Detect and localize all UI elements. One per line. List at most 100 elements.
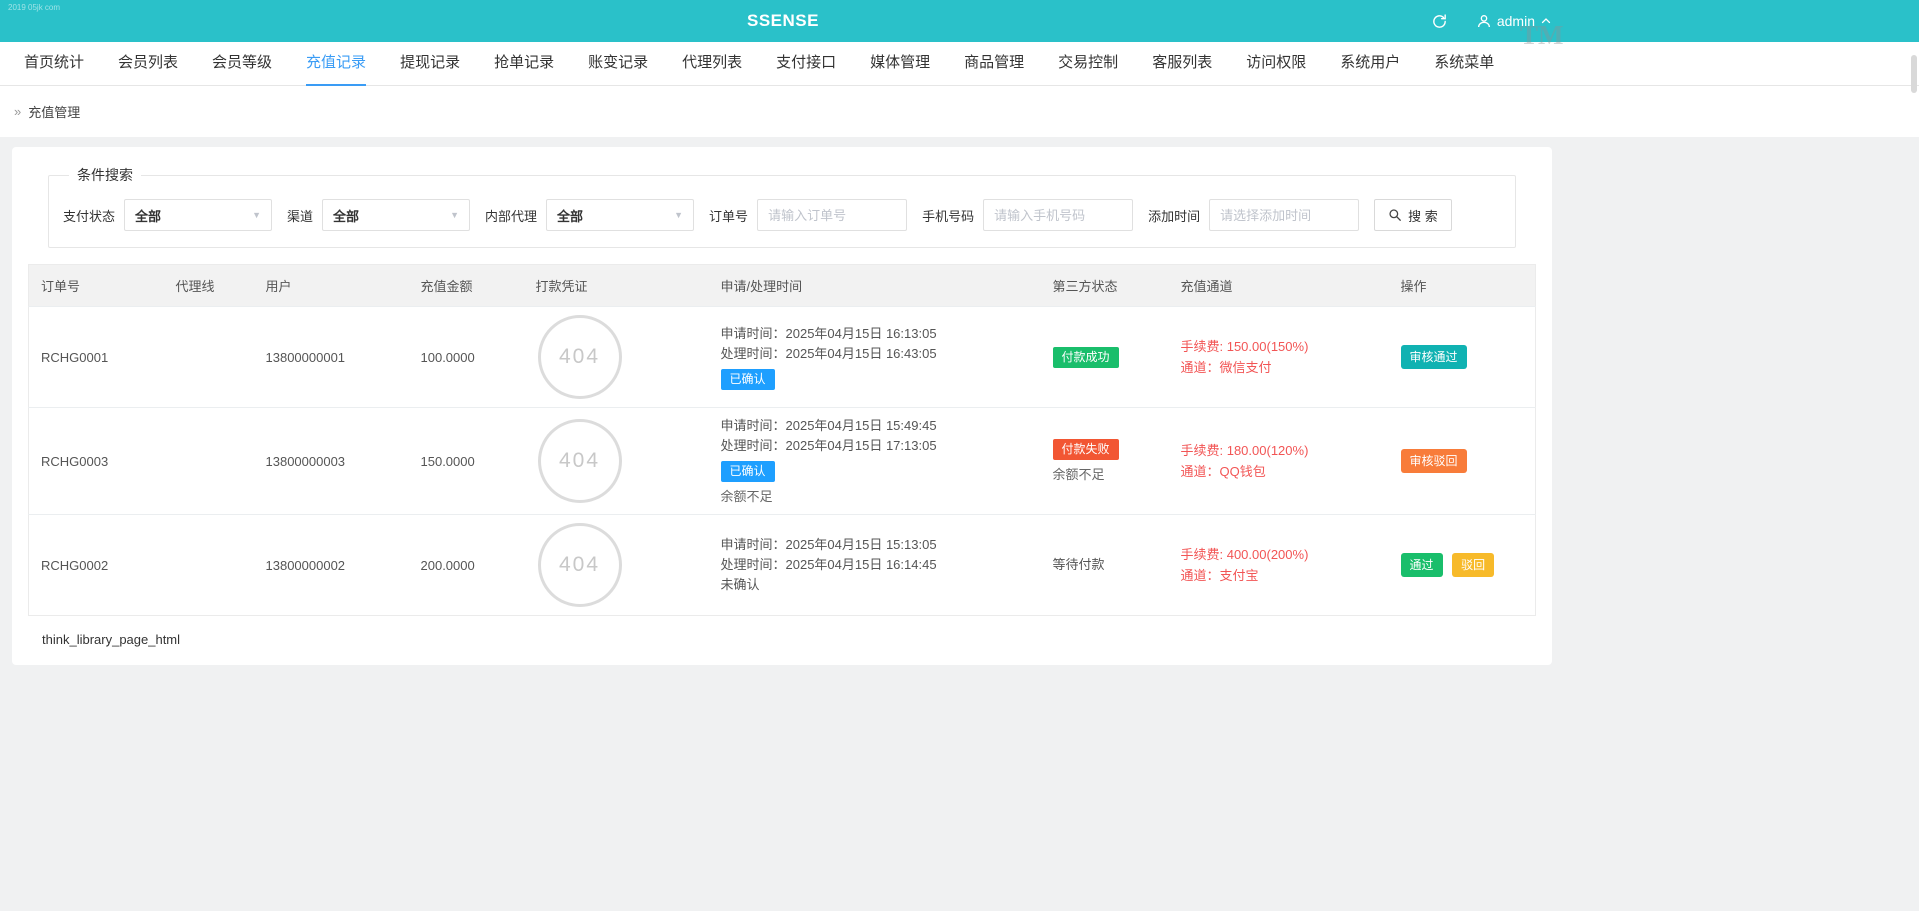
tab-media-management[interactable]: 媒体管理 bbox=[870, 42, 930, 86]
cell-time: 申请时间：2025年04月15日 15:49:45 处理时间：2025年04月1… bbox=[708, 407, 1041, 515]
chevron-down-icon: ▼ bbox=[450, 210, 460, 220]
channel-select[interactable]: 全部 ▼ bbox=[322, 199, 471, 231]
tab-product-management[interactable]: 商品管理 bbox=[964, 42, 1024, 86]
cell-actions: 审核驳回 bbox=[1388, 407, 1536, 515]
breadcrumb-caret-icon: » bbox=[14, 104, 22, 119]
tab-home-stats[interactable]: 首页统计 bbox=[24, 42, 84, 86]
page-footer-label: think_library_page_html bbox=[42, 632, 181, 647]
col-channel: 充值通道 bbox=[1168, 264, 1389, 307]
table-row: RCHG0003 13800000003 150.0000 404 申请时间：2… bbox=[28, 407, 1536, 515]
add-time-input[interactable] bbox=[1209, 199, 1360, 231]
fee-text: 手续费: 180.00(120%) bbox=[1180, 443, 1309, 458]
tab-access-permission[interactable]: 访问权限 bbox=[1246, 42, 1306, 86]
pass-button[interactable]: 通过 bbox=[1400, 553, 1443, 577]
tab-service-list[interactable]: 客服列表 bbox=[1152, 42, 1212, 86]
apply-time: 申请时间：2025年04月15日 16:13:05 bbox=[720, 326, 937, 341]
cell-time: 申请时间：2025年04月15日 15:13:05 处理时间：2025年04月1… bbox=[708, 514, 1041, 616]
inner-agent-value: 全部 bbox=[557, 208, 584, 224]
scrollbar[interactable] bbox=[1911, 55, 1917, 93]
tab-member-level[interactable]: 会员等级 bbox=[212, 42, 272, 86]
cell-proof: 404 bbox=[523, 407, 709, 515]
col-agent-line: 代理线 bbox=[163, 264, 254, 307]
filter-add-time: 添加时间 bbox=[1148, 199, 1360, 231]
cell-channel: 手续费: 400.00(200%) 通道：支付宝 bbox=[1168, 514, 1389, 616]
channel-value: 全部 bbox=[333, 208, 360, 224]
cell-third-status: 付款失败 余额不足 bbox=[1040, 407, 1169, 515]
confirm-badge: 已确认 bbox=[720, 369, 775, 390]
refresh-button[interactable] bbox=[1431, 13, 1448, 30]
cell-order-no: RCHG0002 bbox=[28, 514, 164, 616]
order-no-input[interactable] bbox=[757, 199, 908, 231]
cell-channel: 手续费: 180.00(120%) 通道：QQ钱包 bbox=[1168, 407, 1389, 515]
cell-user: 13800000003 bbox=[253, 407, 409, 515]
status-badge: 付款失败 bbox=[1052, 438, 1119, 460]
tab-recharge-records[interactable]: 充值记录 bbox=[306, 42, 367, 86]
cell-amount: 150.0000 bbox=[408, 407, 524, 515]
cell-amount: 200.0000 bbox=[408, 514, 524, 616]
channel-text: 通道：微信支付 bbox=[1180, 360, 1272, 375]
chevron-up-icon bbox=[1541, 18, 1551, 24]
col-proof: 打款凭证 bbox=[523, 264, 709, 307]
table-row: RCHG0002 13800000002 200.0000 404 申请时间：2… bbox=[28, 514, 1536, 616]
pay-status-select[interactable]: 全部 ▼ bbox=[124, 199, 273, 231]
inner-agent-select[interactable]: 全部 ▼ bbox=[546, 199, 695, 231]
user-menu[interactable]: admin bbox=[1476, 13, 1552, 29]
tab-agent-list[interactable]: 代理列表 bbox=[682, 42, 742, 86]
pay-status-value: 全部 bbox=[135, 208, 162, 224]
tab-balance-change-records[interactable]: 账变记录 bbox=[588, 42, 648, 86]
inner-agent-label: 内部代理 bbox=[485, 208, 538, 224]
confirm-note: 余额不足 bbox=[720, 489, 773, 504]
main-nav: 首页统计 会员列表 会员等级 充值记录 提现记录 抢单记录 账变记录 代理列表 … bbox=[0, 42, 1919, 86]
refresh-icon bbox=[1432, 13, 1446, 28]
phone-input[interactable] bbox=[983, 199, 1134, 231]
status-text: 等待付款 bbox=[1052, 557, 1105, 572]
filter-phone: 手机号码 bbox=[922, 199, 1134, 231]
search-button-label: 搜 索 bbox=[1408, 208, 1438, 224]
table-row: RCHG0001 13800000001 100.0000 404 申请时间：2… bbox=[28, 306, 1536, 408]
tab-trade-control[interactable]: 交易控制 bbox=[1058, 42, 1118, 86]
fee-text: 手续费: 150.00(150%) bbox=[1180, 339, 1309, 354]
cell-order-no: RCHG0001 bbox=[28, 306, 164, 408]
cell-agent-line bbox=[163, 306, 254, 408]
cell-proof: 404 bbox=[523, 306, 709, 408]
cell-time: 申请时间：2025年04月15日 16:13:05 处理时间：2025年04月1… bbox=[708, 306, 1041, 408]
cell-actions: 审核通过 bbox=[1388, 306, 1536, 408]
breadcrumb: » 充值管理 bbox=[0, 86, 1919, 137]
filter-inner-agent: 内部代理 全部 ▼ bbox=[485, 199, 695, 231]
reject-button[interactable]: 审核驳回 bbox=[1400, 449, 1467, 473]
process-time: 处理时间：2025年04月15日 16:43:05 bbox=[720, 346, 937, 361]
cell-amount: 100.0000 bbox=[408, 306, 524, 408]
status-note: 余额不足 bbox=[1052, 466, 1105, 482]
phone-label: 手机号码 bbox=[922, 208, 975, 224]
col-amount: 充值金额 bbox=[408, 264, 524, 307]
pay-status-label: 支付状态 bbox=[63, 208, 116, 224]
col-order-no: 订单号 bbox=[28, 264, 164, 307]
proof-image-placeholder[interactable]: 404 bbox=[537, 419, 622, 503]
tab-system-menu[interactable]: 系统菜单 bbox=[1434, 42, 1494, 86]
deny-button[interactable]: 驳回 bbox=[1452, 553, 1495, 577]
cell-third-status: 等待付款 bbox=[1040, 514, 1169, 616]
channel-text: 通道：支付宝 bbox=[1180, 568, 1259, 583]
channel-label: 渠道 bbox=[287, 208, 314, 224]
confirm-badge: 已确认 bbox=[720, 461, 775, 482]
main-area: 条件搜索 支付状态 全部 ▼ 渠道 全部 ▼ 内部代理 全部 ▼ 订单号 请输入… bbox=[0, 137, 1919, 911]
col-third-status: 第三方状态 bbox=[1040, 264, 1169, 307]
approve-button[interactable]: 审核通过 bbox=[1400, 345, 1467, 369]
fee-text: 手续费: 400.00(200%) bbox=[1180, 547, 1309, 562]
apply-time: 申请时间：2025年04月15日 15:49:45 bbox=[720, 418, 937, 433]
col-user: 用户 bbox=[253, 264, 409, 307]
tab-payment-api[interactable]: 支付接口 bbox=[776, 42, 836, 86]
status-badge: 付款成功 bbox=[1052, 346, 1119, 368]
topbar: 2019 05jk com SSENSE admin bbox=[0, 0, 1919, 42]
tab-grab-order-records[interactable]: 抢单记录 bbox=[494, 42, 554, 86]
search-button[interactable]: 搜 索 bbox=[1374, 199, 1452, 231]
proof-image-placeholder[interactable]: 404 bbox=[537, 315, 622, 399]
search-panel-title: 条件搜索 bbox=[77, 167, 133, 183]
tab-system-users[interactable]: 系统用户 bbox=[1340, 42, 1400, 86]
cell-agent-line bbox=[163, 514, 254, 616]
confirm-text: 未确认 bbox=[720, 577, 760, 592]
proof-image-placeholder[interactable]: 404 bbox=[537, 523, 622, 607]
cell-agent-line bbox=[163, 407, 254, 515]
tab-member-list[interactable]: 会员列表 bbox=[118, 42, 178, 86]
tab-withdraw-records[interactable]: 提现记录 bbox=[400, 42, 460, 86]
